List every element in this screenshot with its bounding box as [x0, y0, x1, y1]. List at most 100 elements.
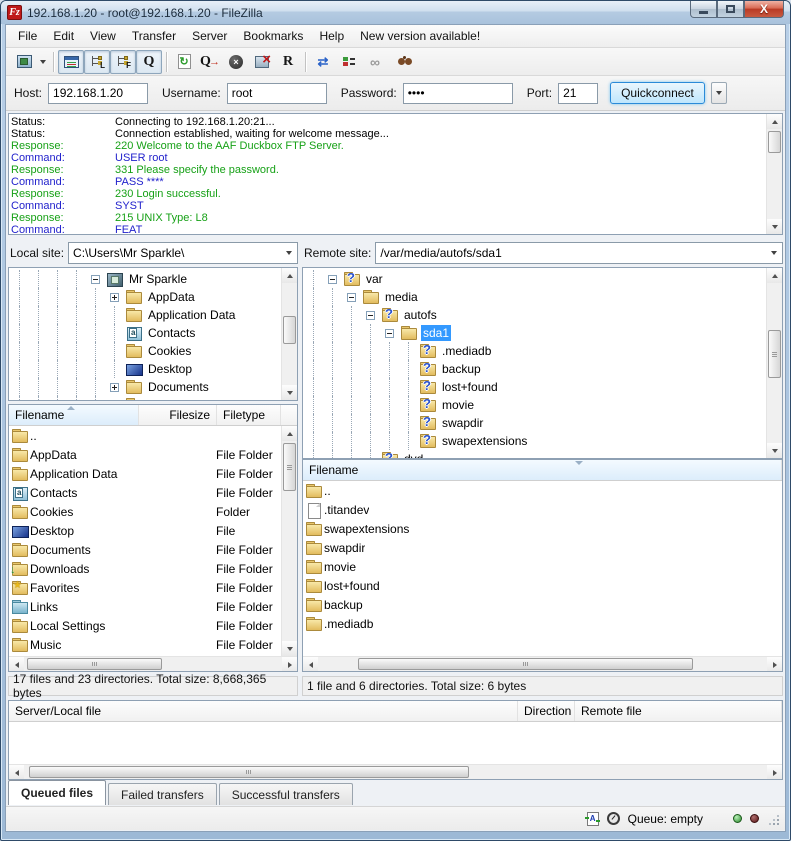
- local-site-dropdown-button[interactable]: [280, 243, 297, 263]
- file-row-[interactable]: ..: [10, 426, 281, 445]
- file-row-appdata[interactable]: AppDataFile Folder: [10, 445, 281, 464]
- file-row-[interactable]: ..: [304, 481, 781, 500]
- collapse-minus-icon[interactable]: [385, 329, 394, 338]
- remote-tree-vertical-scrollbar[interactable]: [766, 268, 782, 458]
- synchronized-browsing-button[interactable]: ∞: [362, 50, 388, 74]
- file-row-cookies[interactable]: CookiesFolder: [10, 502, 281, 521]
- local-tree-item-downloads[interactable]: ↓Downloads: [10, 396, 280, 400]
- scroll-thumb[interactable]: [283, 316, 296, 344]
- username-input[interactable]: [227, 83, 327, 104]
- menu-item-transfer[interactable]: Transfer: [124, 26, 184, 46]
- file-row-favorites[interactable]: ★FavoritesFile Folder: [10, 578, 281, 597]
- tab-successful-transfers[interactable]: Successful transfers: [219, 783, 353, 805]
- file-row-mediadb[interactable]: .mediadb: [304, 614, 781, 633]
- remote-tree-item-lost-found[interactable]: ?lost+found: [304, 378, 765, 396]
- local-tree-item-desktop[interactable]: Desktop: [10, 360, 280, 378]
- remote-tree-item-var[interactable]: ?var: [304, 270, 765, 288]
- remote-tree-item-backup[interactable]: ?backup: [304, 360, 765, 378]
- queue-horizontal-scrollbar[interactable]: [9, 764, 782, 779]
- minimize-button[interactable]: [690, 1, 717, 18]
- scroll-right-button[interactable]: [767, 765, 782, 780]
- password-input[interactable]: [403, 83, 513, 104]
- local-tree-item-documents[interactable]: Documents: [10, 378, 280, 396]
- expand-plus-icon[interactable]: [110, 383, 119, 392]
- toggle-remote-tree-button[interactable]: F: [110, 50, 136, 74]
- toggle-local-tree-button[interactable]: L: [84, 50, 110, 74]
- scroll-down-button[interactable]: [282, 641, 298, 656]
- local-list-vertical-scrollbar[interactable]: [281, 426, 297, 656]
- file-row-links[interactable]: LinksFile Folder: [10, 597, 281, 616]
- port-input[interactable]: [558, 83, 598, 104]
- scroll-up-button[interactable]: [282, 268, 298, 283]
- menu-item-help[interactable]: Help: [311, 26, 352, 46]
- file-row-local-settings[interactable]: Local SettingsFile Folder: [10, 616, 281, 635]
- scroll-down-button[interactable]: [767, 219, 783, 234]
- directory-listing-filters-button[interactable]: [336, 50, 362, 74]
- log-vertical-scrollbar[interactable]: [766, 114, 782, 234]
- menu-item-new-version-available[interactable]: New version available!: [352, 26, 488, 46]
- menu-item-server[interactable]: Server: [184, 26, 235, 46]
- scroll-down-button[interactable]: [767, 443, 783, 458]
- file-row-music[interactable]: MusicFile Folder: [10, 635, 281, 654]
- speed-limits-icon[interactable]: [607, 812, 620, 825]
- scroll-up-button[interactable]: [282, 426, 298, 441]
- remote-site-dropdown-button[interactable]: [765, 243, 782, 263]
- scroll-thumb[interactable]: [283, 443, 296, 491]
- reconnect-button[interactable]: R: [275, 50, 301, 74]
- menu-item-bookmarks[interactable]: Bookmarks: [235, 26, 311, 46]
- file-row-contacts[interactable]: ContactsFile Folder: [10, 483, 281, 502]
- collapse-minus-icon[interactable]: [328, 275, 337, 284]
- scroll-down-button[interactable]: [282, 385, 298, 400]
- collapse-minus-icon[interactable]: [366, 311, 375, 320]
- scroll-left-button[interactable]: [9, 765, 24, 780]
- local-tree-item-mr-sparkle[interactable]: Mr Sparkle: [10, 270, 280, 288]
- quickconnect-button[interactable]: Quickconnect: [610, 82, 705, 104]
- local-tree-item-contacts[interactable]: Contacts: [10, 324, 280, 342]
- file-row-backup[interactable]: backup: [304, 595, 781, 614]
- menu-item-file[interactable]: File: [10, 26, 45, 46]
- local-tree-vertical-scrollbar[interactable]: [281, 268, 297, 400]
- title-bar[interactable]: Fz 192.168.1.20 - root@192.168.1.20 - Fi…: [1, 1, 790, 24]
- cancel-button[interactable]: ×: [223, 50, 249, 74]
- file-row-movie[interactable]: movie: [304, 557, 781, 576]
- scroll-thumb[interactable]: [768, 330, 781, 378]
- queue-column-header-server-local-file[interactable]: Server/Local file: [9, 701, 518, 721]
- menu-item-view[interactable]: View: [82, 26, 124, 46]
- remote-list-horizontal-scrollbar[interactable]: [303, 656, 782, 671]
- scroll-right-button[interactable]: [282, 657, 297, 672]
- toggle-message-log-button[interactable]: [58, 50, 84, 74]
- disconnect-button[interactable]: [249, 50, 275, 74]
- local-tree-item-application-data[interactable]: Application Data: [10, 306, 280, 324]
- local-list-horizontal-scrollbar[interactable]: [9, 656, 297, 671]
- scroll-thumb[interactable]: [27, 658, 162, 670]
- remote-site-combo[interactable]: /var/media/autofs/sda1: [375, 242, 783, 264]
- scroll-left-button[interactable]: [9, 657, 24, 672]
- file-row-swapextensions[interactable]: swapextensions: [304, 519, 781, 538]
- column-header-filesize[interactable]: Filesize: [139, 405, 217, 425]
- remote-tree-item-swapdir[interactable]: ?swapdir: [304, 414, 765, 432]
- column-header-filename[interactable]: Filename: [9, 405, 139, 425]
- scroll-thumb[interactable]: [358, 658, 693, 670]
- remote-tree-item-swapextensions[interactable]: ?swapextensions: [304, 432, 765, 450]
- scroll-up-button[interactable]: [767, 114, 783, 129]
- queue-column-header-direction[interactable]: Direction: [518, 701, 575, 721]
- menu-item-edit[interactable]: Edit: [45, 26, 82, 46]
- local-tree-item-appdata[interactable]: AppData: [10, 288, 280, 306]
- remote-tree-item-sda1[interactable]: sda1: [304, 324, 765, 342]
- host-input[interactable]: [48, 83, 148, 104]
- file-row-application-data[interactable]: Application DataFile Folder: [10, 464, 281, 483]
- refresh-button[interactable]: ↻: [171, 50, 197, 74]
- remote-tree-item-autofs[interactable]: ?autofs: [304, 306, 765, 324]
- remote-tree-item-dvd[interactable]: ?dvd: [304, 450, 765, 458]
- scroll-right-button[interactable]: [767, 657, 782, 672]
- process-queue-button[interactable]: Q→: [197, 50, 223, 74]
- column-header-filetype[interactable]: Filetype: [217, 405, 281, 425]
- collapse-minus-icon[interactable]: [347, 293, 356, 302]
- file-row-downloads[interactable]: ↓DownloadsFile Folder: [10, 559, 281, 578]
- tab-queued-files[interactable]: Queued files: [8, 780, 106, 805]
- remote-tree-item-mediadb[interactable]: ?.mediadb: [304, 342, 765, 360]
- scroll-thumb[interactable]: [29, 766, 469, 778]
- scroll-up-button[interactable]: [767, 268, 783, 283]
- directory-comparison-button[interactable]: ⇄: [310, 50, 336, 74]
- local-tree-item-cookies[interactable]: Cookies: [10, 342, 280, 360]
